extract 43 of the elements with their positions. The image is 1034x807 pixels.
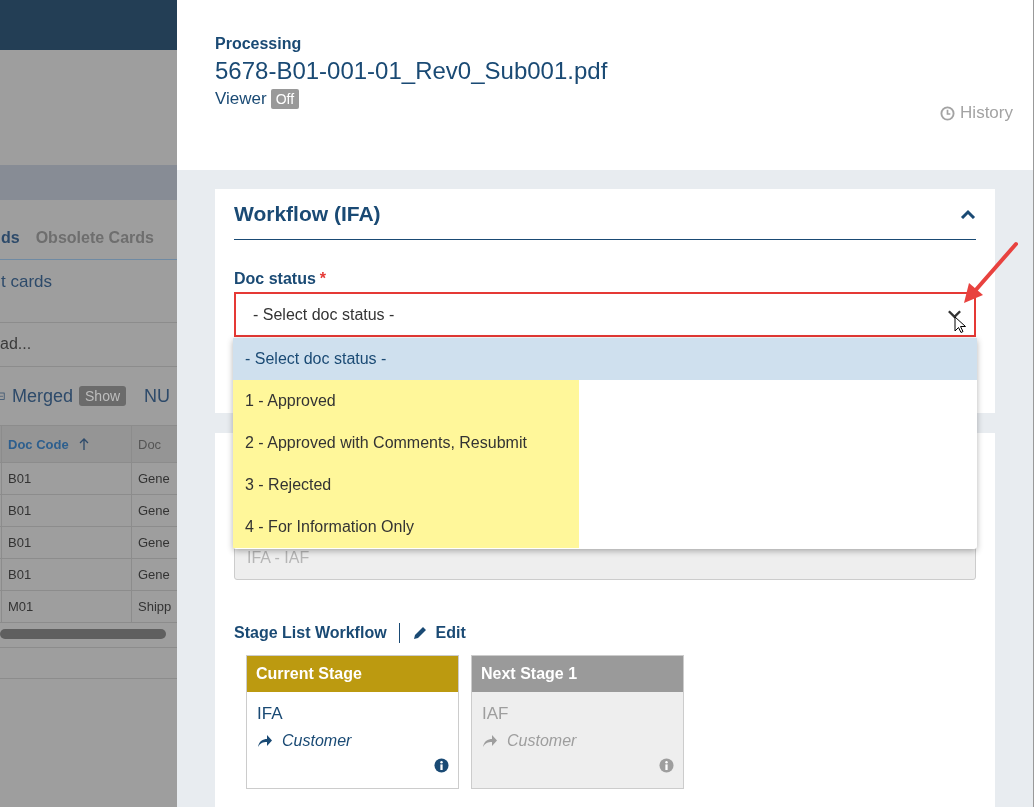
sort-up-icon [78, 438, 89, 450]
dropdown-option[interactable]: 3 - Rejected [233, 464, 579, 506]
share-arrow-icon [482, 734, 498, 748]
pencil-icon [411, 625, 428, 641]
section-title: Stage List Workflow [234, 624, 387, 642]
table-cell: B01 [1, 527, 131, 558]
assignee: Customer [507, 732, 577, 750]
share-arrow-icon [257, 734, 273, 748]
info-icon [659, 758, 674, 773]
doc-status-select[interactable]: - Select doc status - [234, 292, 976, 337]
dropdown-option[interactable]: 2 - Approved with Comments, Resubmit [233, 422, 579, 464]
tab[interactable]: ds [1, 229, 20, 247]
stage-name: IFA [256, 703, 284, 724]
chevron-down-icon [947, 309, 962, 320]
merged-label: Merged [12, 385, 74, 407]
cursor-icon [954, 316, 966, 334]
status-label: Processing [215, 35, 303, 53]
required-mark: * [319, 270, 327, 287]
chevron-up-icon[interactable] [960, 209, 976, 219]
clock-icon [940, 105, 956, 121]
show-badge[interactable]: Show [79, 386, 127, 406]
field-label: Doc status * [234, 270, 328, 289]
checkbox-icon [0, 389, 6, 403]
assignee: Customer [282, 732, 352, 750]
stage-header: Current Stage [247, 656, 458, 692]
table-cell: B01 [1, 463, 131, 494]
table-cell: B01 [1, 495, 131, 526]
table-cell: B01 [1, 559, 131, 590]
scrollbar[interactable] [0, 629, 166, 639]
viewer-label: Viewer [215, 89, 267, 109]
info-icon [434, 758, 449, 773]
dropdown-option[interactable]: 4 - For Information Only [233, 506, 579, 548]
history-link[interactable]: History [940, 103, 1013, 123]
stage-header: Next Stage 1 [472, 656, 683, 692]
edit-link[interactable]: Edit [411, 624, 466, 642]
table-cell: M01 [1, 591, 131, 622]
file-title: 5678-B01-001-01_Rev0_Sub001.pdf [215, 57, 608, 85]
viewer-toggle[interactable]: Off [270, 89, 300, 109]
dropdown-option[interactable]: 1 - Approved [233, 380, 579, 422]
column-header[interactable]: Doc Code [1, 426, 131, 462]
section-title: Workflow (IFA) [234, 202, 381, 226]
stage-name: IAF [481, 703, 510, 724]
column-label: NU [144, 385, 171, 407]
